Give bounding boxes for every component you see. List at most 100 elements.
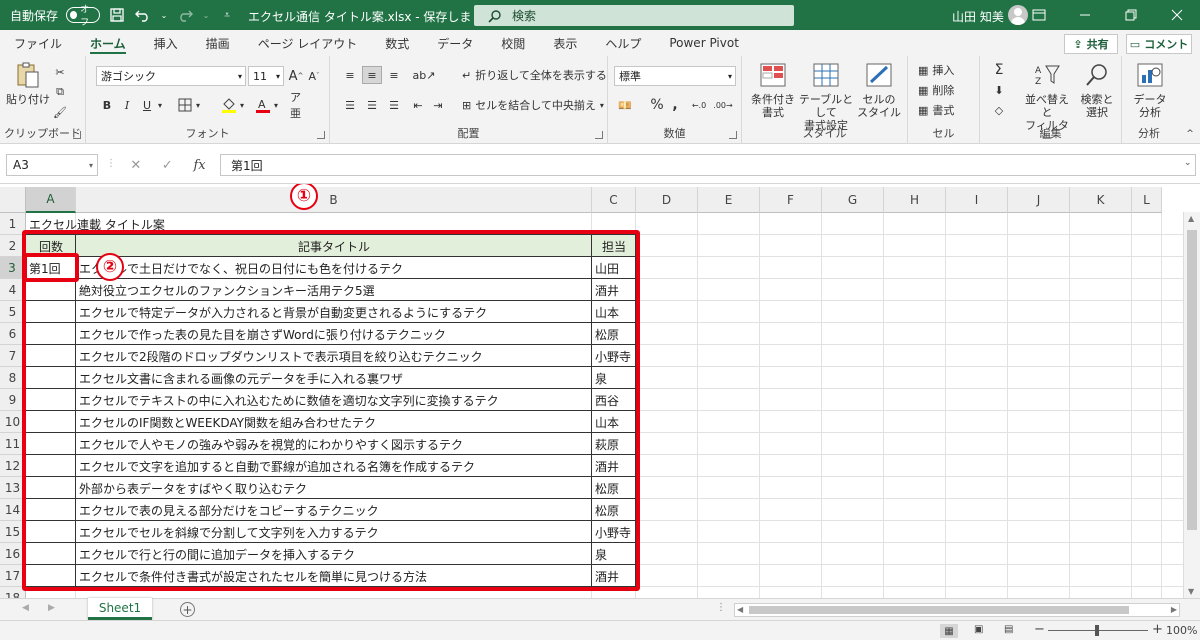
- minimize-icon[interactable]: [1062, 0, 1108, 30]
- close-icon[interactable]: [1154, 0, 1200, 30]
- column-header-i[interactable]: I: [946, 187, 1008, 213]
- scroll-up-icon[interactable]: ▲: [1188, 214, 1194, 223]
- column-header-g[interactable]: G: [822, 187, 884, 213]
- conditional-formatting-button[interactable]: 条件付き 書式: [748, 60, 798, 119]
- insert-cells-button[interactable]: ▦ 挿入: [918, 62, 954, 78]
- number-launcher-icon[interactable]: [729, 131, 737, 139]
- autosum-icon[interactable]: Σ: [990, 62, 1008, 78]
- zoom-out-icon[interactable]: −: [1034, 622, 1045, 637]
- comment-button[interactable]: ▭ コメント: [1126, 34, 1192, 54]
- share-button[interactable]: ⇪ 共有: [1064, 34, 1118, 54]
- page-break-view-icon[interactable]: ▤: [1004, 624, 1013, 635]
- column-header-a[interactable]: A: [26, 187, 76, 213]
- collapse-ribbon-icon[interactable]: ^: [1184, 128, 1196, 140]
- worksheet-grid[interactable]: A B C D E F G H I J K L 1 2 3 4 5 6 7 8 9 10 11 12 13 14 15 16 17 18 エ…: [0, 184, 1200, 598]
- normal-view-icon[interactable]: ▦: [940, 624, 958, 638]
- tab-draw[interactable]: 描画: [192, 30, 244, 56]
- currency-icon[interactable]: 💴: [614, 96, 636, 114]
- alignment-launcher-icon[interactable]: [595, 131, 603, 139]
- horizontal-scroll-thumb[interactable]: [749, 606, 1129, 614]
- customize-toolbar-icon[interactable]: ⩡: [218, 6, 236, 24]
- column-header-l[interactable]: L: [1132, 187, 1162, 213]
- autosave-toggle[interactable]: オフ: [66, 5, 101, 28]
- insert-function-icon[interactable]: fx: [193, 158, 205, 173]
- ribbon-display-options-icon[interactable]: [1016, 0, 1062, 30]
- redo-icon[interactable]: [176, 6, 194, 24]
- align-left-icon[interactable]: ☰: [340, 96, 360, 114]
- expand-formula-icon[interactable]: ⌄: [1184, 158, 1192, 168]
- font-size-select[interactable]: 11 ▾: [248, 66, 284, 86]
- orientation-icon[interactable]: ab↗: [413, 66, 436, 84]
- number-format-select[interactable]: 標準 ▾: [614, 66, 736, 86]
- paste-button[interactable]: 貼り付け: [6, 60, 50, 106]
- page-layout-view-icon[interactable]: ▣: [974, 624, 983, 635]
- clipboard-launcher-icon[interactable]: [73, 131, 81, 139]
- save-icon[interactable]: [108, 6, 126, 24]
- tab-page-layout[interactable]: ページ レイアウト: [244, 30, 372, 56]
- column-header-h[interactable]: H: [884, 187, 946, 213]
- phonetic-icon[interactable]: ア亜: [290, 91, 308, 120]
- tab-power-pivot[interactable]: Power Pivot: [655, 30, 753, 56]
- increase-indent-icon[interactable]: ⇥: [428, 96, 448, 114]
- add-sheet-icon[interactable]: +: [180, 602, 195, 617]
- zoom-level[interactable]: 100%: [1166, 624, 1197, 637]
- user-name[interactable]: 山田 知美: [952, 8, 1004, 25]
- vertical-scroll-thumb[interactable]: [1187, 230, 1197, 530]
- column-header-j[interactable]: J: [1008, 187, 1070, 213]
- zoom-slider-thumb[interactable]: [1095, 625, 1099, 636]
- sheet-tab-sheet1[interactable]: Sheet1: [88, 598, 152, 620]
- clear-icon[interactable]: ◇: [990, 102, 1008, 118]
- fill-color-icon[interactable]: [220, 96, 238, 114]
- tab-formulas[interactable]: 数式: [371, 30, 423, 56]
- wrap-text-button[interactable]: ↵ 折り返して全体を表示する: [462, 66, 607, 84]
- undo-icon[interactable]: [134, 6, 152, 24]
- horizontal-scrollbar[interactable]: ◀ ▶: [734, 603, 1180, 617]
- align-middle-icon[interactable]: ≡: [362, 66, 382, 84]
- format-cells-button[interactable]: ▦ 書式: [918, 102, 954, 118]
- column-header-d[interactable]: D: [636, 187, 698, 213]
- fill-color-dropdown-icon[interactable]: ▾: [238, 96, 246, 114]
- scroll-down-icon[interactable]: ▼: [1188, 587, 1194, 596]
- fill-icon[interactable]: ⬇: [990, 82, 1008, 98]
- delete-cells-button[interactable]: ▦ 削除: [918, 82, 954, 98]
- increase-decimal-icon[interactable]: ←.0: [688, 96, 710, 114]
- decrease-font-icon[interactable]: Aˇ: [306, 68, 322, 84]
- search-box[interactable]: 検索: [474, 5, 794, 26]
- copy-icon[interactable]: ⧉: [52, 84, 68, 100]
- align-right-icon[interactable]: ☰: [384, 96, 404, 114]
- cancel-entry-icon[interactable]: ✕: [130, 158, 141, 173]
- align-top-icon[interactable]: ≡: [340, 66, 360, 84]
- formula-input[interactable]: 第1回: [220, 154, 1196, 176]
- zoom-in-icon[interactable]: +: [1152, 622, 1163, 637]
- format-painter-icon[interactable]: 🖌: [52, 104, 68, 120]
- cell-styles-button[interactable]: セルの スタイル: [856, 60, 902, 119]
- font-color-dropdown-icon[interactable]: ▾: [272, 96, 280, 114]
- restore-icon[interactable]: [1108, 0, 1154, 30]
- underline-dropdown-icon[interactable]: ▾: [156, 96, 164, 114]
- prev-sheet-icon[interactable]: ◀: [22, 603, 29, 613]
- column-header-f[interactable]: F: [760, 187, 822, 213]
- tab-help[interactable]: ヘルプ: [591, 30, 655, 56]
- format-as-table-button[interactable]: テーブルとして 書式設定: [796, 60, 856, 132]
- column-header-k[interactable]: K: [1070, 187, 1132, 213]
- borders-icon[interactable]: [176, 96, 194, 114]
- underline-icon[interactable]: U: [138, 96, 156, 114]
- undo-dropdown-icon[interactable]: ⌄: [160, 6, 168, 24]
- borders-dropdown-icon[interactable]: ▾: [194, 96, 202, 114]
- tab-file[interactable]: ファイル: [0, 30, 76, 56]
- tab-split-icon[interactable]: ⋮: [716, 602, 726, 613]
- decrease-decimal-icon[interactable]: .00→: [712, 96, 734, 114]
- font-name-select[interactable]: 游ゴシック ▾: [96, 66, 246, 86]
- scroll-left-icon[interactable]: ◀: [737, 605, 743, 614]
- tab-view[interactable]: 表示: [539, 30, 591, 56]
- font-color-icon[interactable]: A: [254, 96, 272, 114]
- bold-icon[interactable]: B: [98, 96, 116, 114]
- align-bottom-icon[interactable]: ≡: [384, 66, 404, 84]
- tab-review[interactable]: 校閲: [487, 30, 539, 56]
- confirm-entry-icon[interactable]: ✓: [162, 158, 173, 173]
- select-all-corner[interactable]: [0, 187, 26, 213]
- align-center-icon[interactable]: ☰: [362, 96, 382, 114]
- tab-home[interactable]: ホーム: [76, 30, 140, 56]
- cut-icon[interactable]: ✂: [52, 64, 68, 80]
- scroll-right-icon[interactable]: ▶: [1171, 605, 1177, 614]
